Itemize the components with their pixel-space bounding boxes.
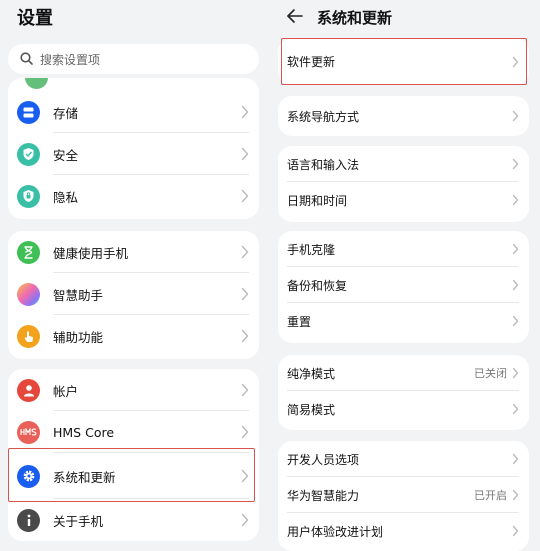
settings-pane: 设置 搜索设置项 存储 安全 隐私 健康使用手机 智慧助手 辅助功能 帐户 HM… <box>0 0 270 551</box>
search-placeholder: 搜索设置项 <box>40 52 101 67</box>
chevron-right-icon <box>512 525 519 537</box>
hms-core-icon <box>17 420 40 444</box>
system-group-1: 软件更新 <box>278 38 529 85</box>
system-group-6: 开发人员选项 华为智慧能力 已开启 用户体验改进计划 <box>278 441 529 551</box>
settings-item-label: 安全 <box>53 147 79 163</box>
system-item-label: 手机克隆 <box>287 242 336 257</box>
settings-item-digital-balance[interactable]: 健康使用手机 <box>8 231 259 273</box>
privacy-shield-icon <box>17 184 40 208</box>
system-group-4: 手机克隆 备份和恢复 重置 <box>278 231 529 343</box>
system-item-label: 纯净模式 <box>287 366 336 381</box>
back-arrow-icon[interactable] <box>286 8 304 24</box>
system-item-date-time[interactable]: 日期和时间 <box>278 182 529 218</box>
search-icon <box>20 52 33 65</box>
system-item-huawei-smart[interactable]: 华为智慧能力 已开启 <box>278 477 529 513</box>
settings-item-hms-core[interactable]: HMS Core <box>8 411 259 453</box>
chevron-right-icon <box>512 56 519 67</box>
storage-icon <box>17 100 40 124</box>
hand-icon <box>17 324 40 348</box>
system-item-reset[interactable]: 重置 <box>278 303 529 339</box>
system-item-label: 系统导航方式 <box>287 109 360 124</box>
chevron-right-icon <box>512 279 519 291</box>
chevron-right-icon <box>241 329 249 343</box>
hourglass-icon <box>17 240 40 264</box>
system-item-developer-options[interactable]: 开发人员选项 <box>278 441 529 477</box>
gear-icon <box>17 464 40 488</box>
settings-item-label: 存储 <box>53 105 79 121</box>
settings-item-account[interactable]: 帐户 <box>8 369 259 411</box>
system-item-label: 华为智慧能力 <box>287 488 360 503</box>
system-item-simple-mode[interactable]: 简易模式 <box>278 391 529 427</box>
settings-group-2: 健康使用手机 智慧助手 辅助功能 <box>8 231 259 359</box>
system-update-pane: 系统和更新 软件更新 系统导航方式 语言和输入法 日期和时间 手机克隆 备份和恢… <box>270 0 540 551</box>
status-value: 已开启 <box>474 489 507 502</box>
page-title: 设置 <box>17 8 53 29</box>
system-group-5: 纯净模式 已关闭 简易模式 <box>278 355 529 430</box>
system-item-label: 日期和时间 <box>287 193 348 208</box>
person-icon <box>17 378 40 402</box>
system-item-user-experience[interactable]: 用户体验改进计划 <box>278 513 529 549</box>
system-item-label: 开发人员选项 <box>287 452 360 467</box>
system-group-2: 系统导航方式 <box>278 96 529 136</box>
system-item-label: 简易模式 <box>287 402 336 417</box>
status-value: 已关闭 <box>474 367 507 380</box>
chevron-right-icon <box>512 315 519 327</box>
chevron-right-icon <box>241 383 249 397</box>
system-item-navigation[interactable]: 系统导航方式 <box>278 96 529 136</box>
system-item-language-input[interactable]: 语言和输入法 <box>278 146 529 182</box>
settings-item-label: 隐私 <box>53 189 79 205</box>
chevron-right-icon <box>241 147 249 161</box>
system-group-3: 语言和输入法 日期和时间 <box>278 146 529 222</box>
system-item-label: 用户体验改进计划 <box>287 524 384 539</box>
chevron-right-icon <box>512 453 519 465</box>
assistant-orb-icon <box>17 282 40 306</box>
settings-group-3: 帐户 HMS Core 系统和更新 关于手机 <box>8 369 259 541</box>
chevron-right-icon <box>512 110 519 122</box>
page-title: 系统和更新 <box>317 9 393 27</box>
settings-item-accessibility[interactable]: 辅助功能 <box>8 315 259 357</box>
system-item-software-update[interactable]: 软件更新 <box>278 38 529 85</box>
system-item-pure-mode[interactable]: 纯净模式 已关闭 <box>278 355 529 391</box>
chevron-right-icon <box>241 189 249 203</box>
settings-group-1: 存储 安全 隐私 <box>8 78 259 219</box>
settings-item-security[interactable]: 安全 <box>8 133 259 175</box>
chevron-right-icon <box>241 245 249 259</box>
chevron-right-icon <box>241 287 249 301</box>
settings-item-label: 关于手机 <box>53 513 104 529</box>
chevron-right-icon <box>241 513 249 527</box>
settings-item-privacy[interactable]: 隐私 <box>8 175 259 217</box>
search-input[interactable]: 搜索设置项 <box>8 44 259 74</box>
settings-item-system-update[interactable]: 系统和更新 <box>8 453 259 499</box>
system-item-backup-restore[interactable]: 备份和恢复 <box>278 267 529 303</box>
chevron-right-icon <box>512 194 519 206</box>
settings-item-assistant[interactable]: 智慧助手 <box>8 273 259 315</box>
settings-item-label: HMS Core <box>53 424 115 440</box>
chevron-right-icon <box>512 489 519 501</box>
settings-item-label: 健康使用手机 <box>53 245 129 261</box>
settings-item-label: 辅助功能 <box>53 329 104 345</box>
system-item-label: 语言和输入法 <box>287 157 360 172</box>
shield-icon <box>17 142 40 166</box>
settings-item-storage[interactable]: 存储 <box>8 91 259 133</box>
chevron-right-icon <box>512 158 519 170</box>
system-item-label: 软件更新 <box>287 55 336 69</box>
chevron-right-icon <box>241 425 249 439</box>
system-item-phone-clone[interactable]: 手机克隆 <box>278 231 529 267</box>
system-item-label: 重置 <box>287 314 312 329</box>
chevron-right-icon <box>241 469 249 483</box>
system-item-label: 备份和恢复 <box>287 278 348 293</box>
settings-item-label: 系统和更新 <box>53 469 116 485</box>
chevron-right-icon <box>512 243 519 255</box>
chevron-right-icon <box>241 105 249 119</box>
screen: 设置 搜索设置项 存储 安全 隐私 健康使用手机 智慧助手 辅助功能 帐户 HM… <box>0 0 540 551</box>
chevron-right-icon <box>512 403 519 415</box>
settings-item-label: 帐户 <box>53 383 79 399</box>
chevron-right-icon <box>512 367 519 379</box>
info-icon <box>17 508 40 532</box>
settings-item-about-phone[interactable]: 关于手机 <box>8 499 259 541</box>
settings-item-label: 智慧助手 <box>53 287 104 303</box>
